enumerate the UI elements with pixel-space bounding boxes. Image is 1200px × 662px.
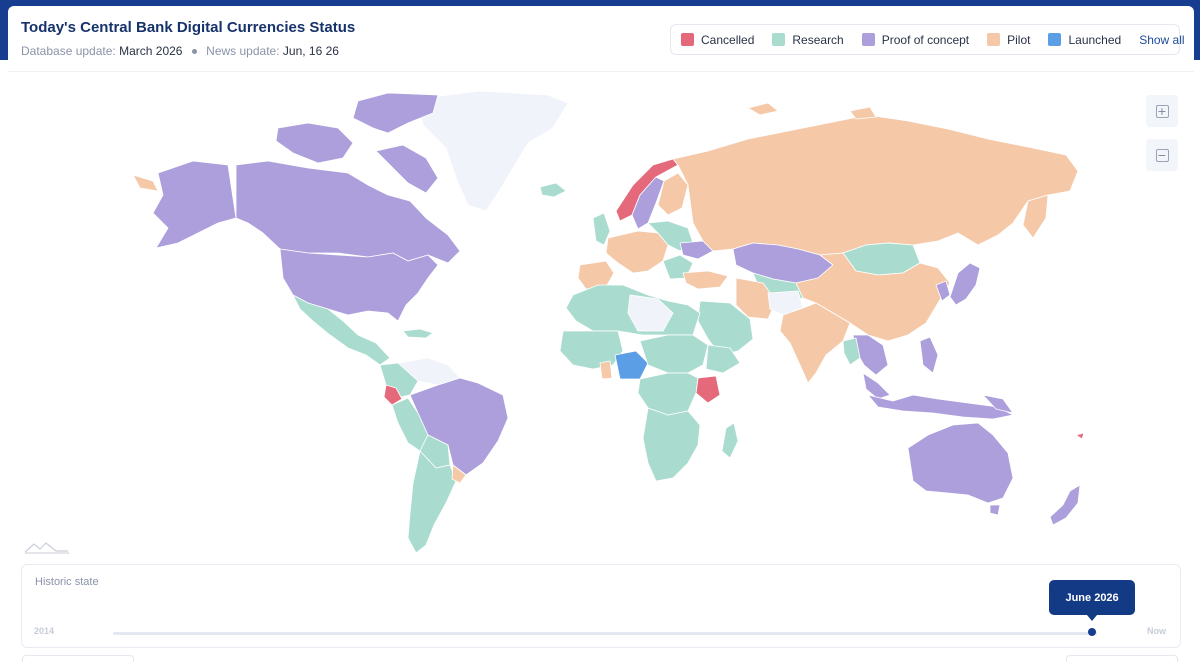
minus-icon: − — [1155, 148, 1169, 162]
region-malaysia[interactable] — [862, 372, 891, 400]
legend-label: Research — [792, 32, 844, 47]
region-caribbean[interactable] — [402, 328, 434, 339]
launched-swatch — [1048, 33, 1062, 46]
plus-icon: + — [1155, 104, 1169, 118]
separator-dot — [191, 49, 197, 54]
region-nigeria[interactable] — [614, 350, 649, 380]
legend-label: Proof of concept — [881, 32, 970, 47]
region-baffin[interactable] — [375, 144, 439, 194]
region-australia[interactable] — [907, 422, 1014, 504]
timeline-label: Historic state — [35, 576, 99, 588]
bottom-panel-tab-left[interactable] — [22, 655, 134, 662]
bottom-panel-tab-right[interactable] — [1066, 655, 1178, 662]
show-all-link[interactable]: Show all — [1139, 33, 1184, 47]
historic-state-timeline: Historic state June 2026 2014 Now — [21, 564, 1181, 648]
region-alaska[interactable] — [152, 160, 237, 249]
timeline-end-label: Now — [1147, 626, 1166, 636]
region-svalbard[interactable] — [747, 102, 779, 116]
region-western-europe[interactable] — [605, 230, 669, 274]
region-central-africa[interactable] — [639, 334, 709, 374]
region-madagascar[interactable] — [721, 422, 739, 459]
region-canada-islands[interactable] — [275, 122, 354, 164]
status-legend: Cancelled Research Proof of concept Pilo… — [670, 24, 1185, 55]
region-arctic-russia[interactable] — [849, 106, 877, 120]
region-russia[interactable] — [672, 114, 1079, 256]
legend-item-pilot[interactable]: Pilot — [987, 33, 1030, 47]
header: Today's Central Bank Digital Currencies … — [8, 6, 1194, 72]
page-title: Today's Central Bank Digital Currencies … — [21, 19, 356, 36]
legend-item-research[interactable]: Research — [772, 32, 844, 47]
legend-item-proof-of-concept[interactable]: Proof of concept — [861, 32, 970, 47]
timeline-tooltip: June 2026 — [1049, 580, 1136, 621]
news-update-label: News update: — [206, 44, 280, 58]
region-new-zealand[interactable] — [1049, 484, 1081, 526]
world-map[interactable]: + − — [8, 73, 1194, 563]
proof-of-concept-swatch — [861, 33, 875, 46]
region-west-africa[interactable] — [559, 330, 624, 370]
legend-item-cancelled[interactable]: Cancelled — [681, 33, 754, 47]
region-aleutian[interactable] — [132, 174, 159, 192]
news-update-value: Jun, 16 26 — [282, 44, 339, 58]
region-iceland[interactable] — [539, 182, 567, 198]
mountain-logo-icon — [24, 542, 69, 554]
map-card: Today's Central Bank Digital Currencies … — [8, 6, 1194, 662]
region-philippines[interactable] — [919, 336, 939, 374]
timeline-start-label: 2014 — [34, 626, 55, 636]
update-info: Database update: March 2026 News update:… — [21, 44, 339, 58]
region-finland[interactable] — [657, 172, 689, 216]
timeline-track[interactable] — [113, 632, 1097, 635]
database-update-label: Database update: — [21, 44, 116, 58]
legend-label: Pilot — [1007, 32, 1031, 47]
world-map-svg — [132, 90, 1085, 554]
cancelled-swatch — [681, 33, 694, 46]
region-congo[interactable] — [637, 372, 699, 416]
legend-label: Launched — [1068, 32, 1122, 47]
database-update-value: March 2026 — [119, 44, 183, 58]
legend-item-launched[interactable]: Launched — [1048, 33, 1121, 47]
zoom-in-button[interactable]: + — [1146, 95, 1178, 127]
region-turkey[interactable] — [682, 270, 729, 290]
pilot-swatch — [987, 33, 1001, 46]
zoom-out-button[interactable]: − — [1146, 139, 1178, 171]
region-tasmania[interactable] — [989, 504, 1001, 516]
region-ghana[interactable] — [599, 360, 613, 380]
legend-label: Cancelled — [701, 32, 755, 47]
region-pacific-island[interactable] — [1075, 432, 1085, 440]
region-japan[interactable] — [949, 262, 981, 306]
region-argentina[interactable] — [407, 450, 457, 554]
region-kenya[interactable] — [695, 375, 721, 404]
region-southern-africa[interactable] — [642, 407, 701, 482]
research-swatch — [772, 33, 786, 46]
